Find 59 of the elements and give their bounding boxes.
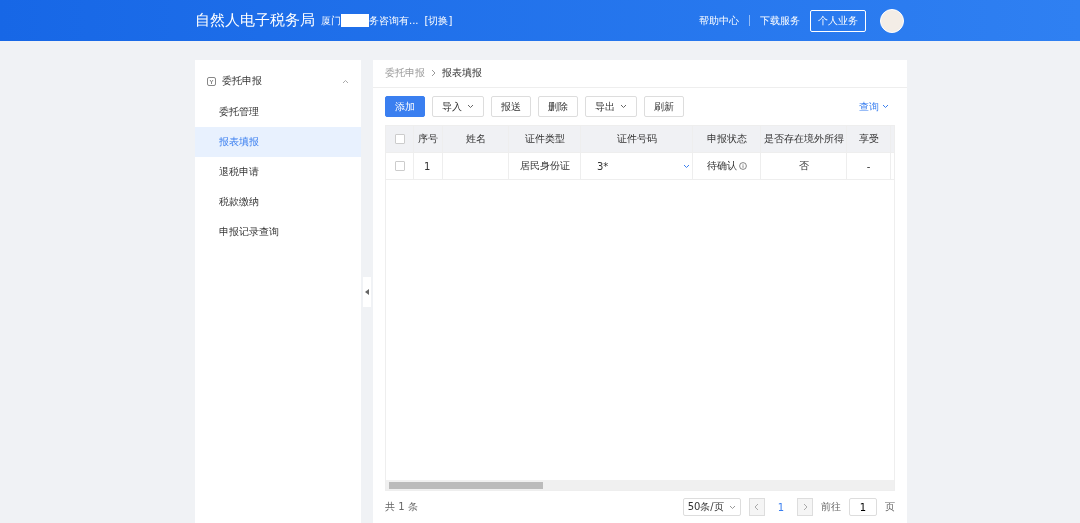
page-number[interactable]: 1 — [772, 501, 789, 513]
checkbox[interactable] — [394, 134, 405, 145]
toolbar-button[interactable]: 导出 — [585, 96, 637, 117]
column-header: 证件类型 — [509, 126, 581, 153]
column-header: 申报状态 — [693, 126, 761, 153]
sidebar-item[interactable]: 报表填报 — [195, 127, 361, 157]
redaction-block — [341, 14, 369, 27]
page-size-select[interactable]: 50条/页 — [682, 498, 741, 517]
avatar[interactable] — [880, 8, 904, 33]
caret-icon — [620, 104, 627, 109]
column-header: 是否存在境外所得 — [761, 126, 847, 153]
switch-link[interactable]: [切换] — [424, 13, 453, 28]
menu-group[interactable]: 委托申报 — [195, 65, 361, 97]
checkbox[interactable] — [394, 161, 405, 172]
collapse-handle[interactable] — [363, 276, 371, 307]
toolbar-button[interactable]: 添加 — [385, 96, 425, 117]
chevron-icon — [342, 78, 349, 84]
toolbar-button[interactable]: 删除 — [538, 96, 578, 117]
column-header: 姓名 — [443, 126, 509, 153]
caret-icon — [467, 104, 474, 109]
sidebar-item[interactable]: 申报记录查询 — [195, 217, 361, 247]
personal-button[interactable]: 个人业务 — [810, 9, 866, 32]
caret-icon — [728, 504, 736, 510]
header-link[interactable]: 帮助中心 — [699, 13, 739, 28]
table-cell: 居民身份证 — [509, 153, 581, 180]
sidebar-item[interactable]: 税款缴纳 — [195, 187, 361, 217]
column-header: 享受 — [847, 126, 891, 153]
toolbar-button[interactable]: 导入 — [432, 96, 484, 117]
breadcrumb-item: 报表填报 — [442, 66, 482, 81]
horizontal-scrollbar[interactable] — [386, 480, 894, 491]
prev-page-button[interactable] — [748, 498, 765, 517]
org-name: 厦门 — [321, 13, 341, 28]
total-count: 共 1 条 — [385, 500, 418, 515]
caret-icon — [882, 104, 889, 109]
sidebar-item[interactable]: 退税申请 — [195, 157, 361, 187]
chevron-right-icon — [802, 503, 808, 512]
site-title: 自然人电子税务局 — [195, 11, 315, 30]
sidebar-item[interactable]: 委托管理 — [195, 97, 361, 127]
toolbar-button[interactable]: 刷新 — [644, 96, 684, 117]
info-icon — [738, 162, 747, 171]
query-toggle[interactable]: 查询 — [853, 98, 895, 115]
org-name: 务咨询有... — [369, 13, 419, 28]
table-cell: 否 — [761, 153, 847, 180]
document-icon — [207, 76, 216, 86]
caret-icon — [683, 163, 690, 169]
column-header: 证件号码 — [581, 126, 693, 153]
table-cell: 1 — [414, 153, 443, 180]
toolbar-button[interactable]: 报送 — [491, 96, 531, 117]
next-page-button[interactable] — [797, 498, 813, 517]
column-header: 序号 — [414, 126, 443, 153]
table-cell: 待确认 — [693, 153, 761, 180]
chevron-right-icon — [431, 69, 436, 78]
page-unit: 页 — [885, 500, 895, 515]
goto-label: 前往 — [821, 500, 841, 515]
goto-field[interactable]: 1 — [849, 498, 877, 517]
chevron-left-icon — [754, 503, 760, 512]
header-link[interactable]: 下载服务 — [760, 13, 800, 28]
id-number-select[interactable]: 3* — [581, 153, 693, 180]
table-cell: - — [847, 153, 891, 180]
